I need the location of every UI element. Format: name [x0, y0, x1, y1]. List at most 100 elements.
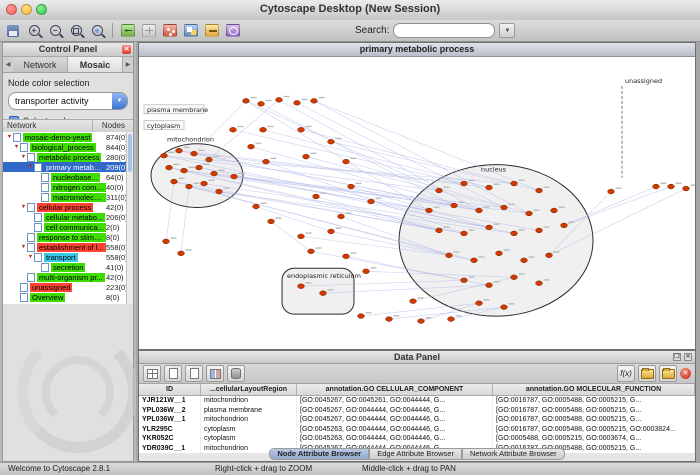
graph-node[interactable] [243, 98, 250, 103]
graph-node[interactable] [486, 283, 493, 288]
search-options-button[interactable]: ▼ [499, 23, 515, 38]
layout-button[interactable] [224, 22, 242, 39]
tree-expander-icon[interactable]: ▼ [13, 144, 20, 150]
graph-node[interactable] [260, 127, 267, 132]
graph-node[interactable] [668, 184, 675, 189]
tree-row[interactable]: ▼mosaic-demo-yeast874(0) [3, 132, 133, 142]
tree-expander-icon[interactable]: ▼ [20, 154, 27, 160]
graph-node[interactable] [343, 254, 350, 259]
table-row[interactable]: YLR295Ccytoplasm[GO:0045263, GO:0044444,… [139, 425, 695, 435]
attribute-browser-tab[interactable]: Edge Attribute Browser [369, 448, 462, 460]
tree-row[interactable]: ▼metabolic process280(0) [3, 152, 133, 162]
tree-row[interactable]: nitrogen compo...40(0) [3, 182, 133, 192]
tree-scrollbar[interactable] [126, 132, 133, 304]
tree-row[interactable]: ▼primary metabo...209(0) [3, 162, 133, 172]
tree-row[interactable]: ▼transport558(0) [3, 252, 133, 262]
network-canvas[interactable]: plasma membranecytoplasmmitochondrionnuc… [139, 56, 695, 349]
graph-node[interactable] [206, 157, 213, 162]
tree-row[interactable]: cellular metabo...206(0) [3, 212, 133, 222]
graph-node[interactable] [211, 171, 218, 176]
tree-row[interactable]: ▼biological_process844(0) [3, 142, 133, 152]
graph-node[interactable] [521, 258, 528, 263]
annotation-button[interactable] [203, 22, 221, 39]
show-all-button[interactable] [140, 22, 158, 39]
tree-expander-icon[interactable]: ▼ [6, 134, 13, 140]
table-column-header[interactable]: ID [139, 384, 201, 395]
graph-node[interactable] [486, 225, 493, 230]
zoom-out-button[interactable]: − [46, 22, 64, 39]
graph-node[interactable] [561, 223, 568, 228]
tree-expander-icon[interactable]: ▼ [20, 244, 27, 250]
graph-node[interactable] [171, 179, 178, 184]
graph-node[interactable] [178, 251, 185, 256]
tree-scrollbar-thumb[interactable] [128, 134, 132, 172]
graph-node[interactable] [298, 127, 305, 132]
graph-node[interactable] [363, 269, 370, 274]
graph-node[interactable] [511, 275, 518, 280]
tab-mosaic[interactable]: Mosaic [68, 57, 123, 72]
close-panel-icon[interactable]: ✕ [684, 353, 692, 361]
graph-node[interactable] [343, 159, 350, 164]
graph-node[interactable] [186, 184, 193, 189]
graph-node[interactable] [348, 184, 355, 189]
tree-expander-icon[interactable]: ▼ [27, 164, 34, 170]
zoom-selected-button[interactable] [88, 22, 106, 39]
graph-node[interactable] [511, 181, 518, 186]
graph-node[interactable] [501, 205, 508, 210]
graph-node[interactable] [476, 208, 483, 213]
graph-node[interactable] [536, 281, 543, 286]
float-panel-icon[interactable]: ❐ [673, 353, 681, 361]
graph-node[interactable] [216, 189, 223, 194]
table-column-header[interactable]: annotation.GO CELLULAR_COMPONENT [297, 384, 493, 395]
table-column-header[interactable]: ...cellularLayoutRegion [201, 384, 297, 395]
network-column-header[interactable]: Network [3, 120, 93, 132]
tree-expander-icon[interactable]: ▼ [20, 204, 27, 210]
graph-node[interactable] [231, 174, 238, 179]
graph-node[interactable] [451, 203, 458, 208]
graph-node[interactable] [446, 253, 453, 258]
control-panel-close-button[interactable]: ✕ [122, 45, 131, 54]
tree-expander-icon[interactable]: ▼ [27, 254, 34, 260]
graph-node[interactable] [551, 208, 558, 213]
graph-node[interactable] [201, 181, 208, 186]
graph-node[interactable] [410, 299, 417, 304]
graph-node[interactable] [276, 97, 283, 102]
graph-node[interactable] [486, 185, 493, 190]
table-row[interactable]: YKR052Ccytoplasm[GO:0045263, GO:0044444,… [139, 434, 695, 444]
graph-node[interactable] [386, 317, 393, 322]
graph-node[interactable] [448, 317, 455, 322]
tree-row[interactable]: macromolecule...311(0) [3, 192, 133, 202]
vizmapper-button[interactable] [182, 22, 200, 39]
tree-row[interactable]: nucleobase...64(0) [3, 172, 133, 182]
graph-node[interactable] [263, 159, 270, 164]
graph-node[interactable] [176, 148, 183, 153]
save-session-button[interactable] [4, 22, 22, 39]
table-row[interactable]: YJR121W__1mitochondrion[GO:0045267, GO:0… [139, 396, 695, 406]
table-row[interactable]: YPL036W__2plasma membrane[GO:0045267, GO… [139, 406, 695, 416]
graph-node[interactable] [248, 144, 255, 149]
tree-row[interactable]: response to stimu...8(0) [3, 232, 133, 242]
attribute-browser-tab[interactable]: Node Attribute Browser [269, 448, 369, 460]
graph-node[interactable] [308, 249, 315, 254]
create-attribute-button[interactable] [164, 365, 182, 382]
graph-node[interactable] [328, 229, 335, 234]
graph-node[interactable] [546, 253, 553, 258]
graph-node[interactable] [163, 239, 170, 244]
graph-node[interactable] [166, 165, 173, 170]
graph-node[interactable] [653, 184, 660, 189]
graph-node[interactable] [328, 139, 335, 144]
tree-row[interactable]: Overview8(0) [3, 292, 133, 302]
graph-node[interactable] [161, 153, 168, 158]
graph-node[interactable] [268, 219, 275, 224]
graph-node[interactable] [461, 278, 468, 283]
tree-row[interactable]: cell communica...2(0) [3, 222, 133, 232]
nodes-column-header[interactable]: Nodes [93, 120, 133, 132]
graph-node[interactable] [368, 199, 375, 204]
graph-node[interactable] [196, 165, 203, 170]
tree-row[interactable]: multi-organism pr...42(0) [3, 272, 133, 282]
graph-node[interactable] [436, 228, 443, 233]
graph-node[interactable] [253, 204, 260, 209]
graph-node[interactable] [496, 251, 503, 256]
graph-node[interactable] [294, 100, 301, 105]
new-network-from-selection-button[interactable] [161, 22, 179, 39]
